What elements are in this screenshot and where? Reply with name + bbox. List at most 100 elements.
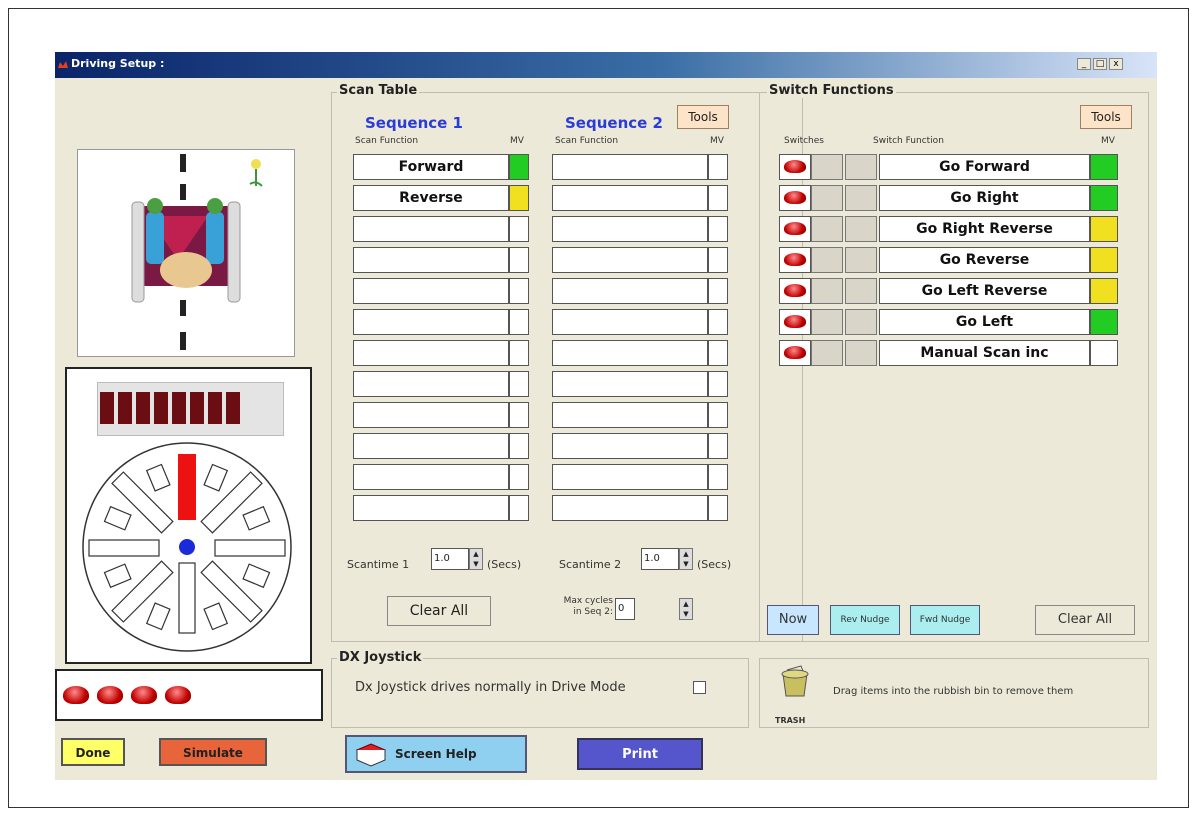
seq1-row-label[interactable] [353, 309, 509, 335]
switch-function-label[interactable]: Go Right Reverse [879, 216, 1090, 242]
switch-strip [55, 669, 323, 721]
seq1-row-label[interactable] [353, 433, 509, 459]
switch-button-3[interactable] [131, 686, 157, 704]
switch-slot[interactable] [779, 309, 811, 335]
switch-slot[interactable] [779, 278, 811, 304]
switch-function-label[interactable]: Go Forward [879, 154, 1090, 180]
led-segment [154, 392, 168, 424]
scantime2-stepper[interactable]: ▲ ▼ [679, 548, 693, 570]
seq1-row-label[interactable] [353, 340, 509, 366]
seq1-row-label[interactable] [353, 464, 509, 490]
seq2-row-label[interactable] [552, 402, 708, 428]
max-cycles-label: Max cycles in Seq 2: [563, 596, 613, 617]
scan-tools-button[interactable]: Tools [677, 105, 729, 129]
window-title: Driving Setup : [71, 57, 165, 70]
seq1-row-mv [509, 402, 529, 428]
switch-clear-all-button[interactable]: Clear All [1035, 605, 1135, 635]
switch-slot-empty[interactable] [845, 216, 877, 242]
seq2-row-label[interactable] [552, 371, 708, 397]
switch-slot-empty[interactable] [811, 154, 843, 180]
led-segment [190, 392, 204, 424]
seq2-row-mv [708, 402, 728, 428]
seq2-row-label[interactable] [552, 185, 708, 211]
maximize-button[interactable]: □ [1093, 58, 1107, 70]
rev-nudge-button[interactable]: Rev Nudge [830, 605, 900, 635]
print-button[interactable]: Print [577, 738, 703, 770]
driving-setup-window: Driving Setup : _ □ x Scan Table Tools S… [55, 52, 1157, 780]
switch-slot-empty[interactable] [845, 309, 877, 335]
seq2-col-mv: MV [710, 136, 724, 146]
switch-tools-button[interactable]: Tools [1080, 105, 1132, 129]
scantime1-stepper[interactable]: ▲ ▼ [469, 548, 483, 570]
switch-slot[interactable] [779, 340, 811, 366]
switch-slot-empty[interactable] [811, 247, 843, 273]
close-button[interactable]: x [1109, 58, 1123, 70]
switch-function-label[interactable]: Go Left Reverse [879, 278, 1090, 304]
minimize-button[interactable]: _ [1077, 58, 1091, 70]
switch-function-label[interactable]: Go Reverse [879, 247, 1090, 273]
max-cycles-stepper[interactable]: ▲ ▼ [679, 598, 693, 620]
switch-slot-empty[interactable] [845, 278, 877, 304]
seq1-row-label[interactable]: Forward [353, 154, 509, 180]
switch-slot-empty[interactable] [811, 185, 843, 211]
joystick-checkbox-label: Dx Joystick drives normally in Drive Mod… [355, 680, 626, 695]
seq1-row-label[interactable] [353, 216, 509, 242]
switch-row-mv [1090, 185, 1118, 211]
now-button[interactable]: Now [767, 605, 819, 635]
scan-clear-all-button[interactable]: Clear All [387, 596, 491, 626]
seq2-row-label[interactable] [552, 340, 708, 366]
seq2-row-label[interactable] [552, 278, 708, 304]
seq2-row-label[interactable] [552, 495, 708, 521]
sequence-1-heading: Sequence 1 [365, 114, 463, 132]
trash-icon[interactable] [777, 664, 813, 698]
max-cycles-input[interactable]: 0 [615, 598, 635, 620]
scantime2-label: Scantime 2 [559, 558, 622, 571]
switch-button-1[interactable] [63, 686, 89, 704]
switch-slot-empty[interactable] [845, 154, 877, 180]
switch-slot-empty[interactable] [845, 185, 877, 211]
switch-slot-empty[interactable] [811, 278, 843, 304]
done-button[interactable]: Done [61, 738, 125, 766]
switch-slot-empty[interactable] [845, 247, 877, 273]
switch-slot[interactable] [779, 185, 811, 211]
seq1-row-label[interactable] [353, 278, 509, 304]
switch-slot[interactable] [779, 216, 811, 242]
title-bar[interactable]: Driving Setup : _ □ x [55, 52, 1157, 78]
direction-dial[interactable] [77, 442, 297, 652]
switch-slot[interactable] [779, 154, 811, 180]
seq2-row-mv [708, 185, 728, 211]
seq2-row-mv [708, 154, 728, 180]
seq2-row-label[interactable] [552, 216, 708, 242]
seq2-row-label[interactable] [552, 154, 708, 180]
scantime1-input[interactable]: 1.0 [431, 548, 469, 570]
switch-slot-empty[interactable] [811, 216, 843, 242]
switch-slot-empty[interactable] [845, 340, 877, 366]
screen-help-button[interactable]: Screen Help [345, 735, 527, 773]
seq2-row-label[interactable] [552, 433, 708, 459]
simulate-button[interactable]: Simulate [159, 738, 267, 766]
seq1-row-label[interactable] [353, 402, 509, 428]
seq1-row-label[interactable] [353, 371, 509, 397]
switch-function-label[interactable]: Go Left [879, 309, 1090, 335]
led-segment [208, 392, 222, 424]
seq1-row-label[interactable] [353, 247, 509, 273]
seq2-row-label[interactable] [552, 464, 708, 490]
seq2-row-label[interactable] [552, 247, 708, 273]
seq1-row-label[interactable]: Reverse [353, 185, 509, 211]
switch-slot-empty[interactable] [811, 309, 843, 335]
switch-button-4[interactable] [165, 686, 191, 704]
scantime2-input[interactable]: 1.0 [641, 548, 679, 570]
switch-slot[interactable] [779, 247, 811, 273]
fwd-nudge-button[interactable]: Fwd Nudge [910, 605, 980, 635]
scantime1-label: Scantime 1 [347, 558, 410, 571]
switch-function-label[interactable]: Manual Scan inc [879, 340, 1090, 366]
switch-function-label[interactable]: Go Right [879, 185, 1090, 211]
joystick-checkbox[interactable] [693, 681, 706, 694]
book-icon [355, 743, 387, 767]
car-icon [131, 154, 263, 350]
switch-button-2[interactable] [97, 686, 123, 704]
seq2-row-label[interactable] [552, 309, 708, 335]
seq1-row-label[interactable] [353, 495, 509, 521]
seq1-row-mv [509, 154, 529, 180]
switch-slot-empty[interactable] [811, 340, 843, 366]
